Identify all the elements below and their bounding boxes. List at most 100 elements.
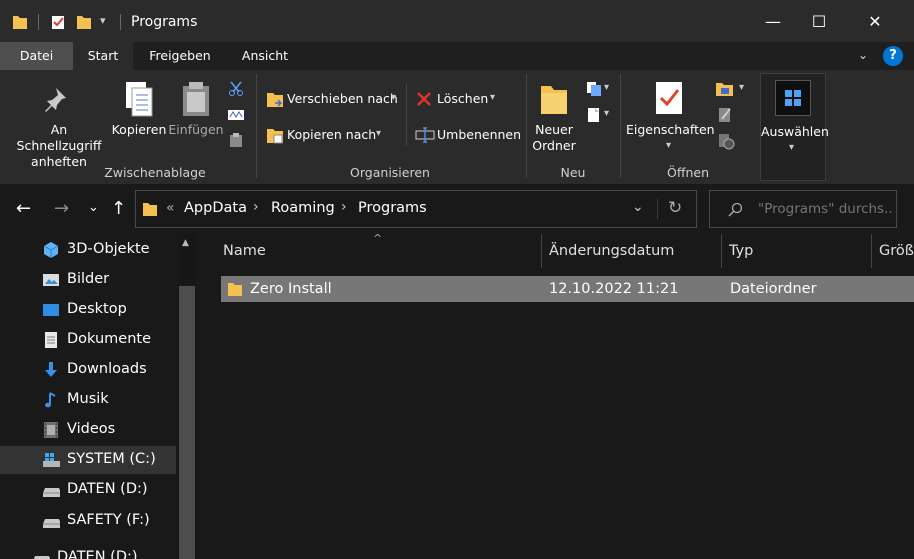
drive-icon <box>43 488 60 497</box>
edit-icon[interactable] <box>717 106 733 124</box>
sidebar-item-music[interactable]: Musik <box>0 386 176 414</box>
new-folder-quick-icon[interactable] <box>76 13 92 31</box>
sidebar-item-label: Videos <box>67 421 116 437</box>
ribbon: An Schnellzugriff anheften Kopieren Einf… <box>0 70 914 184</box>
copy-to-button[interactable]: Kopieren nach ▾ <box>264 124 404 148</box>
quick-access-dropdown-icon[interactable]: ▾ <box>100 14 106 27</box>
tab-datei[interactable]: Datei <box>0 42 73 70</box>
refresh-icon[interactable]: ↻ <box>668 198 682 218</box>
breadcrumb-appdata[interactable]: AppData <box>184 200 247 216</box>
group-label-clipboard: Zwischenablage <box>104 165 206 180</box>
select-button[interactable]: Auswählen ▾ <box>760 73 829 181</box>
cut-icon[interactable] <box>227 80 245 96</box>
recent-locations-icon[interactable]: ⌄ <box>88 200 99 215</box>
search-box[interactable] <box>709 190 897 228</box>
paste-shortcut-icon[interactable] <box>229 132 243 148</box>
breadcrumb-separator-icon[interactable]: › <box>341 199 347 215</box>
title-bar: ▾ Programs — ☐ ✕ <box>0 0 914 42</box>
delete-dropdown-icon: ▾ <box>490 92 496 103</box>
sidebar-item-label: DATEN (D:) <box>57 549 138 559</box>
sidebar-item-documents[interactable]: Dokumente <box>0 326 176 354</box>
scroll-up-icon[interactable]: ▲ <box>182 238 189 248</box>
breadcrumb-separator-icon[interactable]: › <box>253 199 259 215</box>
group-label-open: Öffnen <box>667 165 709 180</box>
select-icon-box <box>775 80 811 116</box>
delete-icon <box>417 92 431 106</box>
sidebar-item-safety-f[interactable]: SAFETY (F:) <box>0 507 176 535</box>
properties-icon <box>656 82 682 114</box>
paste-button[interactable]: Einfügen <box>168 76 224 160</box>
open-dropdown-icon[interactable]: ▾ <box>739 82 744 93</box>
history-icon[interactable] <box>717 132 735 150</box>
address-bar[interactable]: « AppData › Roaming › Programs ⌄ ↻ <box>135 190 697 228</box>
folder-icon <box>13 16 27 29</box>
folder-icon <box>143 203 157 216</box>
collapse-ribbon-icon[interactable]: ⌄ <box>858 48 868 62</box>
column-header-name[interactable]: Name <box>223 243 266 259</box>
properties-quick-icon[interactable] <box>50 13 66 31</box>
sidebar-item-label: Downloads <box>67 361 147 377</box>
tab-start[interactable]: Start <box>73 42 133 70</box>
sidebar-item-videos[interactable]: Videos <box>0 416 176 444</box>
tab-ansicht[interactable]: Ansicht <box>232 42 298 70</box>
move-to-dropdown-icon: ▾ <box>391 92 397 103</box>
close-icon: ✕ <box>868 11 882 31</box>
documents-icon <box>45 332 57 348</box>
tab-freigeben[interactable]: Freigeben <box>140 42 220 70</box>
select-dropdown-icon: ▾ <box>789 142 795 153</box>
navigation-pane: 3D-Objekte Bilder Desktop Dokumente Down… <box>0 234 196 559</box>
sidebar-item-label: SAFETY (F:) <box>67 512 150 528</box>
pin-quick-access-button[interactable]: An Schnellzugriff anheften <box>8 76 110 169</box>
sidebar-item-system-c[interactable]: SYSTEM (C:) <box>0 446 176 474</box>
new-item-dropdown-icon[interactable]: ▾ <box>604 82 609 93</box>
column-header-date[interactable]: Änderungsdatum <box>549 243 674 259</box>
breadcrumb-programs[interactable]: Programs <box>358 200 427 216</box>
move-to-button[interactable]: Verschieben nach ▾ <box>264 88 404 112</box>
easy-access-dropdown-icon[interactable]: ▾ <box>604 108 609 119</box>
sidebar-item-label: SYSTEM (C:) <box>67 451 156 467</box>
sidebar-item-daten-d-2[interactable]: DATEN (D:) <box>0 544 166 559</box>
properties-dropdown-icon: ▾ <box>666 140 672 151</box>
sidebar-item-daten-d[interactable]: DATEN (D:) <box>0 476 176 504</box>
address-dropdown-icon[interactable]: ⌄ <box>632 199 644 215</box>
back-icon[interactable]: ← <box>16 198 31 219</box>
copy-button[interactable]: Kopieren <box>110 76 168 160</box>
maximize-icon: ☐ <box>811 11 827 31</box>
rename-button[interactable]: Umbenennen <box>414 124 524 148</box>
easy-access-icon[interactable] <box>585 106 603 124</box>
properties-button[interactable]: Eigenschaften ▾ <box>626 76 715 160</box>
sidebar-item-desktop[interactable]: Desktop <box>0 296 176 324</box>
maximize-button[interactable]: ☐ <box>796 0 842 42</box>
move-to-label: Verschieben nach <box>287 91 398 106</box>
copy-label: Kopieren <box>111 122 167 137</box>
new-item-icon[interactable] <box>585 80 603 98</box>
navigation-scrollbar[interactable]: ▲ <box>178 234 196 559</box>
group-label-new: Neu <box>560 165 586 180</box>
forward-icon[interactable]: → <box>54 198 69 219</box>
open-icon[interactable] <box>715 80 735 98</box>
sidebar-item-downloads[interactable]: Downloads <box>0 356 176 384</box>
minimize-button[interactable]: — <box>750 0 796 42</box>
delete-button[interactable]: Löschen ▾ <box>414 88 504 112</box>
drive-c-icon <box>43 453 60 467</box>
scrollbar-thumb[interactable] <box>179 286 195 559</box>
column-header-size[interactable]: Größ <box>879 243 914 259</box>
copy-path-icon[interactable] <box>227 108 245 122</box>
overflow-chevron-icon[interactable]: « <box>166 200 175 216</box>
help-button[interactable]: ? <box>883 46 903 66</box>
breadcrumb-roaming[interactable]: Roaming <box>271 200 335 216</box>
search-input[interactable] <box>758 198 894 220</box>
new-folder-button[interactable]: Neuer Ordner <box>530 76 578 160</box>
file-name: Zero Install <box>250 281 332 297</box>
sidebar-item-3d-objects[interactable]: 3D-Objekte <box>0 236 176 264</box>
close-button[interactable]: ✕ <box>852 0 898 42</box>
up-icon[interactable]: ↑ <box>111 198 126 219</box>
sidebar-item-pictures[interactable]: Bilder <box>0 266 176 294</box>
sidebar-item-label: 3D-Objekte <box>67 241 150 257</box>
move-to-icon <box>267 93 283 107</box>
select-all-icon <box>785 90 801 106</box>
copy-to-dropdown-icon: ▾ <box>376 128 382 139</box>
column-header-type[interactable]: Typ <box>729 243 753 259</box>
paste-icon <box>183 82 209 116</box>
table-row[interactable]: Zero Install 12.10.2022 11:21 Dateiordne… <box>221 276 914 302</box>
